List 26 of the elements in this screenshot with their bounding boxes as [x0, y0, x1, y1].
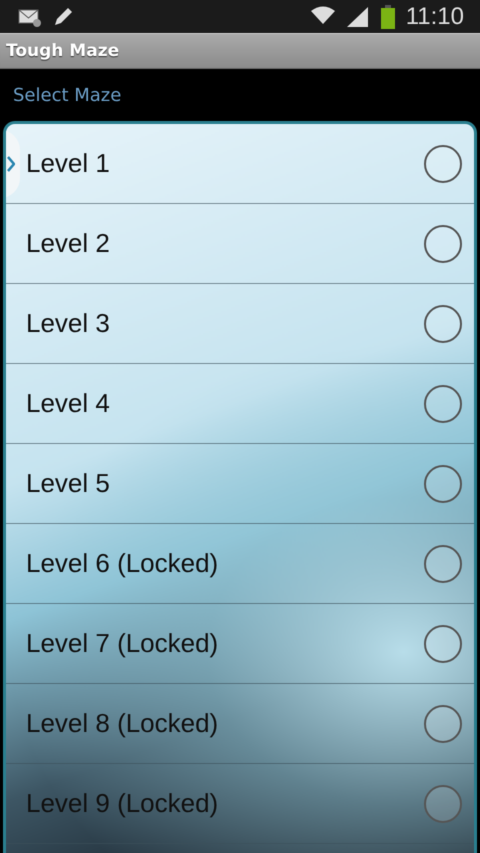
- clock: 11:10: [406, 2, 464, 30]
- pencil-icon: [52, 6, 74, 28]
- section-label: Select Maze: [13, 84, 122, 106]
- chevron-icon: [7, 156, 15, 172]
- radio-button[interactable]: [424, 304, 462, 342]
- level-label: Level 1: [26, 148, 110, 179]
- level-label: Level 8 (Locked): [26, 708, 218, 739]
- mail-icon: [18, 6, 42, 26]
- level-label: Level 6 (Locked): [26, 548, 218, 579]
- level-label: Level 4: [26, 388, 110, 419]
- window-title: Tough Maze: [6, 41, 120, 61]
- level-label: Level 9 (Locked): [26, 788, 218, 819]
- level-label: Level 7 (Locked): [26, 628, 218, 659]
- radio-button[interactable]: [424, 224, 462, 262]
- radio-button[interactable]: [424, 384, 462, 422]
- battery-icon: [380, 4, 396, 28]
- radio-button[interactable]: [424, 544, 462, 582]
- radio-button[interactable]: [424, 464, 462, 502]
- radio-button[interactable]: [424, 624, 462, 662]
- radio-button[interactable]: [424, 704, 462, 742]
- radio-button[interactable]: [424, 144, 462, 182]
- level-label: Level 3: [26, 308, 110, 339]
- signal-icon: [346, 6, 370, 28]
- level-label: Level 5: [26, 468, 110, 499]
- radio-button[interactable]: [424, 784, 462, 822]
- level-label: Level 2: [26, 228, 110, 259]
